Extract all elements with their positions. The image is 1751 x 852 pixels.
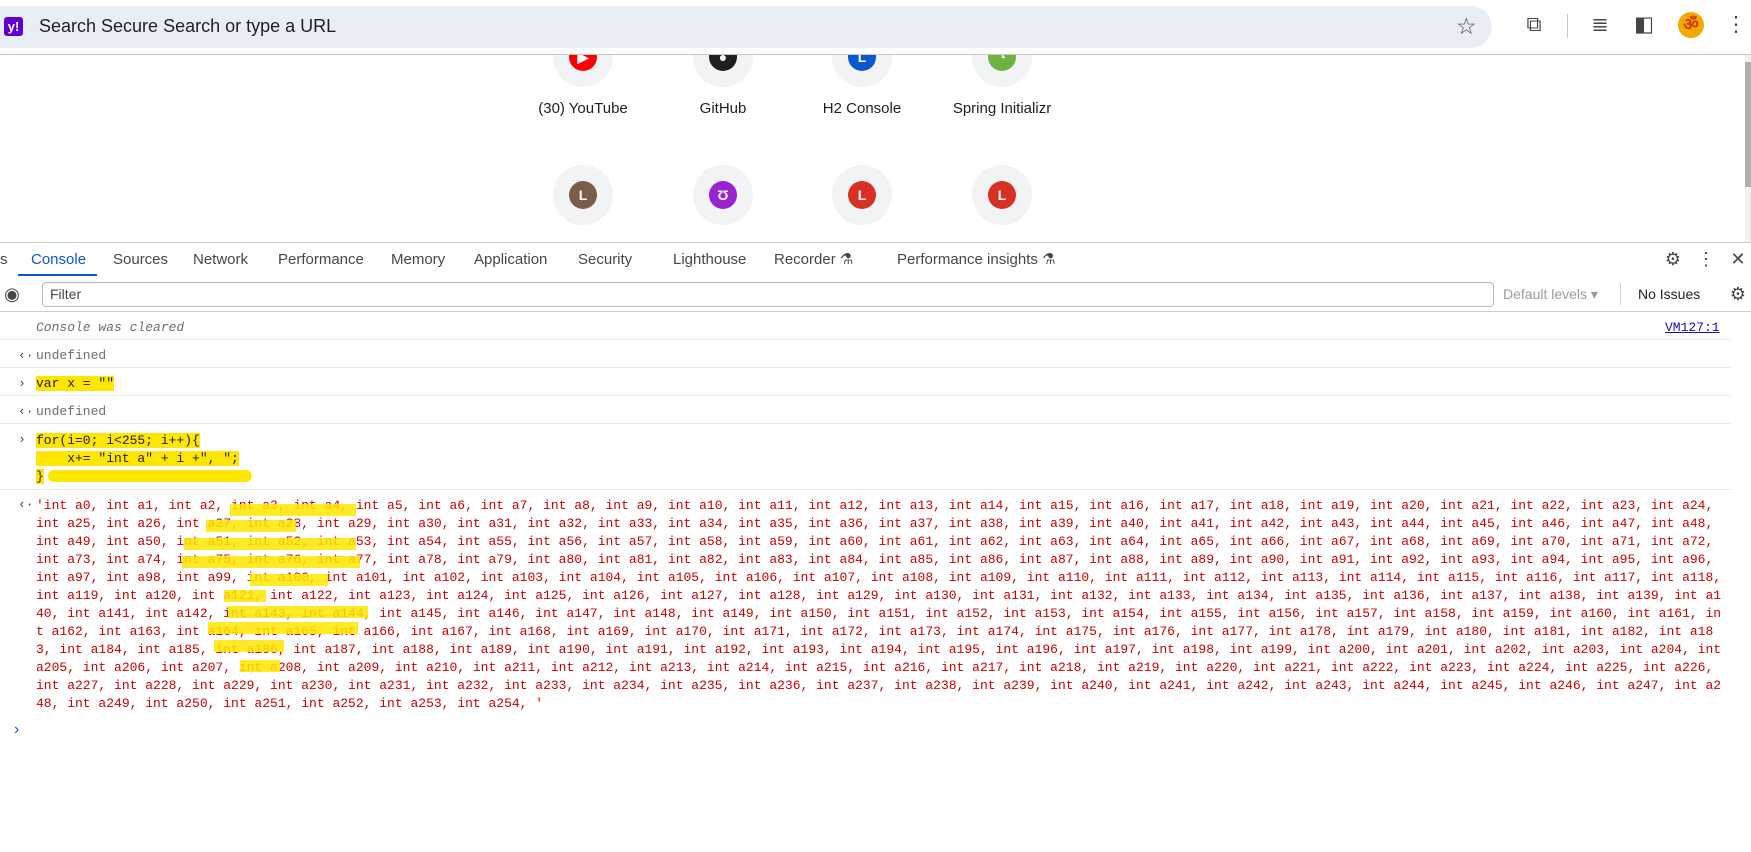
input-chevron-icon: › bbox=[18, 432, 26, 447]
console-message bbox=[0, 368, 1731, 396]
console-input-line: x+= "int a" + i +", "; bbox=[36, 451, 239, 466]
tab-performance-insights[interactable]: Performance insights ⚗ bbox=[897, 243, 1056, 277]
github-icon: ● bbox=[709, 55, 737, 71]
tab-recorder-label: Recorder bbox=[774, 251, 836, 268]
extensions-icon[interactable]: ⧉ bbox=[1521, 12, 1547, 38]
close-icon[interactable]: ✕ bbox=[1726, 247, 1750, 271]
highlight-mark bbox=[206, 520, 296, 532]
tab-lighthouse[interactable]: Lighthouse bbox=[673, 243, 746, 277]
console-input-line: for(i=0; i<255; i++){ bbox=[36, 433, 200, 448]
result-value: undefined bbox=[36, 404, 107, 419]
tab-performance-insights-label: Performance insights bbox=[897, 251, 1038, 268]
tab-security[interactable]: Security bbox=[578, 243, 632, 277]
result-arrow-icon: ‹· bbox=[18, 404, 34, 419]
profile-avatar-icon[interactable]: ॐ bbox=[1678, 12, 1704, 38]
shortcut-youtube[interactable]: ▶ (30) YouTube bbox=[513, 55, 653, 117]
letter-l-icon: L bbox=[988, 181, 1016, 209]
result-arrow-icon: ‹· bbox=[18, 348, 34, 363]
filter-placeholder: Filter bbox=[50, 286, 82, 302]
highlight-mark bbox=[184, 538, 356, 550]
console-cleared-message: Console was cleared bbox=[36, 320, 185, 335]
star-icon[interactable]: ☆ bbox=[1456, 13, 1477, 40]
default-levels-dropdown[interactable]: Default levels ▾ bbox=[1503, 286, 1598, 303]
no-issues-button[interactable]: No Issues bbox=[1638, 286, 1700, 302]
letter-l-icon: L bbox=[848, 181, 876, 209]
active-tab-indicator bbox=[18, 274, 97, 276]
page-scrollbar-thumb[interactable] bbox=[1745, 62, 1751, 187]
console-settings-gear-icon[interactable]: ⚙ bbox=[1726, 284, 1750, 304]
console-message bbox=[0, 340, 1731, 368]
shortcut-h2-console[interactable]: L H2 Console bbox=[792, 55, 932, 117]
tab-application[interactable]: Application bbox=[474, 243, 547, 277]
purple-u-icon: Ʊ bbox=[709, 181, 737, 209]
h2-icon: L bbox=[848, 55, 876, 71]
highlight-mark bbox=[250, 574, 328, 586]
highlight-mark bbox=[224, 590, 266, 602]
beaker-icon: ⚗ bbox=[839, 251, 854, 268]
highlight-mark bbox=[214, 640, 284, 652]
result-value: undefined bbox=[36, 348, 107, 363]
new-tab-page: ▶ (30) YouTube ● GitHub L H2 Console ◔ S… bbox=[0, 55, 1745, 242]
console-input[interactable]: var x = "" bbox=[36, 376, 115, 391]
tab-performance[interactable]: Performance bbox=[278, 243, 364, 277]
shortcut-github[interactable]: ● GitHub bbox=[653, 55, 793, 117]
toolbar-divider bbox=[1620, 283, 1621, 305]
console-input-text: var x = "" bbox=[36, 376, 115, 391]
kebab-menu-icon[interactable]: ⋮ bbox=[1694, 247, 1718, 271]
shortcut-tile[interactable]: L bbox=[513, 165, 653, 225]
highlight-mark bbox=[182, 556, 360, 568]
settings-gear-icon[interactable]: ⚙ bbox=[1661, 247, 1685, 271]
console-message bbox=[0, 396, 1731, 424]
console-prompt-input[interactable] bbox=[30, 714, 1730, 744]
console-message bbox=[0, 424, 1731, 490]
shortcut-tile[interactable]: Ʊ bbox=[653, 165, 793, 225]
result-arrow-icon: ‹· bbox=[18, 497, 34, 512]
tab-network[interactable]: Network bbox=[193, 243, 248, 277]
spring-icon: ◔ bbox=[988, 55, 1016, 71]
shortcut-label: H2 Console bbox=[822, 100, 902, 117]
letter-l-icon: L bbox=[569, 181, 597, 209]
yahoo-y-icon: y! bbox=[4, 17, 23, 36]
shortcut-tile[interactable]: L bbox=[932, 165, 1072, 225]
side-panel-icon[interactable]: ◧ bbox=[1631, 12, 1657, 38]
highlight-mark bbox=[48, 470, 252, 482]
tab-recorder[interactable]: Recorder ⚗ bbox=[774, 243, 853, 277]
console-message bbox=[0, 312, 1731, 340]
highlight-mark bbox=[240, 660, 280, 672]
filter-input[interactable] bbox=[42, 282, 1494, 307]
tab-elements[interactable]: s bbox=[0, 243, 8, 277]
toolbar-divider bbox=[1567, 14, 1568, 38]
tab-sources[interactable]: Sources bbox=[113, 243, 168, 277]
omnibox-placeholder[interactable]: Search Secure Search or type a URL bbox=[39, 16, 336, 37]
highlight-mark bbox=[228, 606, 368, 618]
youtube-icon: ▶ bbox=[569, 55, 597, 71]
shortcut-label: GitHub bbox=[699, 100, 747, 117]
highlight-mark bbox=[208, 622, 358, 634]
media-controls-icon[interactable]: ≣ bbox=[1587, 12, 1613, 38]
devtools-tabbar: s Console Sources Network Performance Me… bbox=[0, 242, 1751, 278]
shortcut-label: (30) YouTube bbox=[538, 100, 628, 117]
tab-console[interactable]: Console bbox=[31, 243, 86, 277]
console-input-line: } bbox=[36, 469, 44, 484]
shortcut-spring-initializr[interactable]: ◔ Spring Initializr bbox=[932, 55, 1072, 117]
tab-memory[interactable]: Memory bbox=[391, 243, 445, 277]
kebab-menu-icon[interactable]: ⋮ bbox=[1723, 12, 1749, 38]
console-prompt-chevron-icon[interactable]: › bbox=[14, 721, 19, 739]
source-link[interactable]: VM127:1 bbox=[1665, 320, 1720, 335]
live-expression-eye-icon[interactable]: ◉ bbox=[0, 284, 24, 304]
beaker-icon: ⚗ bbox=[1042, 251, 1056, 268]
highlight-mark bbox=[230, 504, 356, 516]
shortcut-label: Spring Initializr bbox=[952, 100, 1052, 117]
input-chevron-icon: › bbox=[18, 376, 26, 391]
shortcut-tile[interactable]: L bbox=[792, 165, 932, 225]
